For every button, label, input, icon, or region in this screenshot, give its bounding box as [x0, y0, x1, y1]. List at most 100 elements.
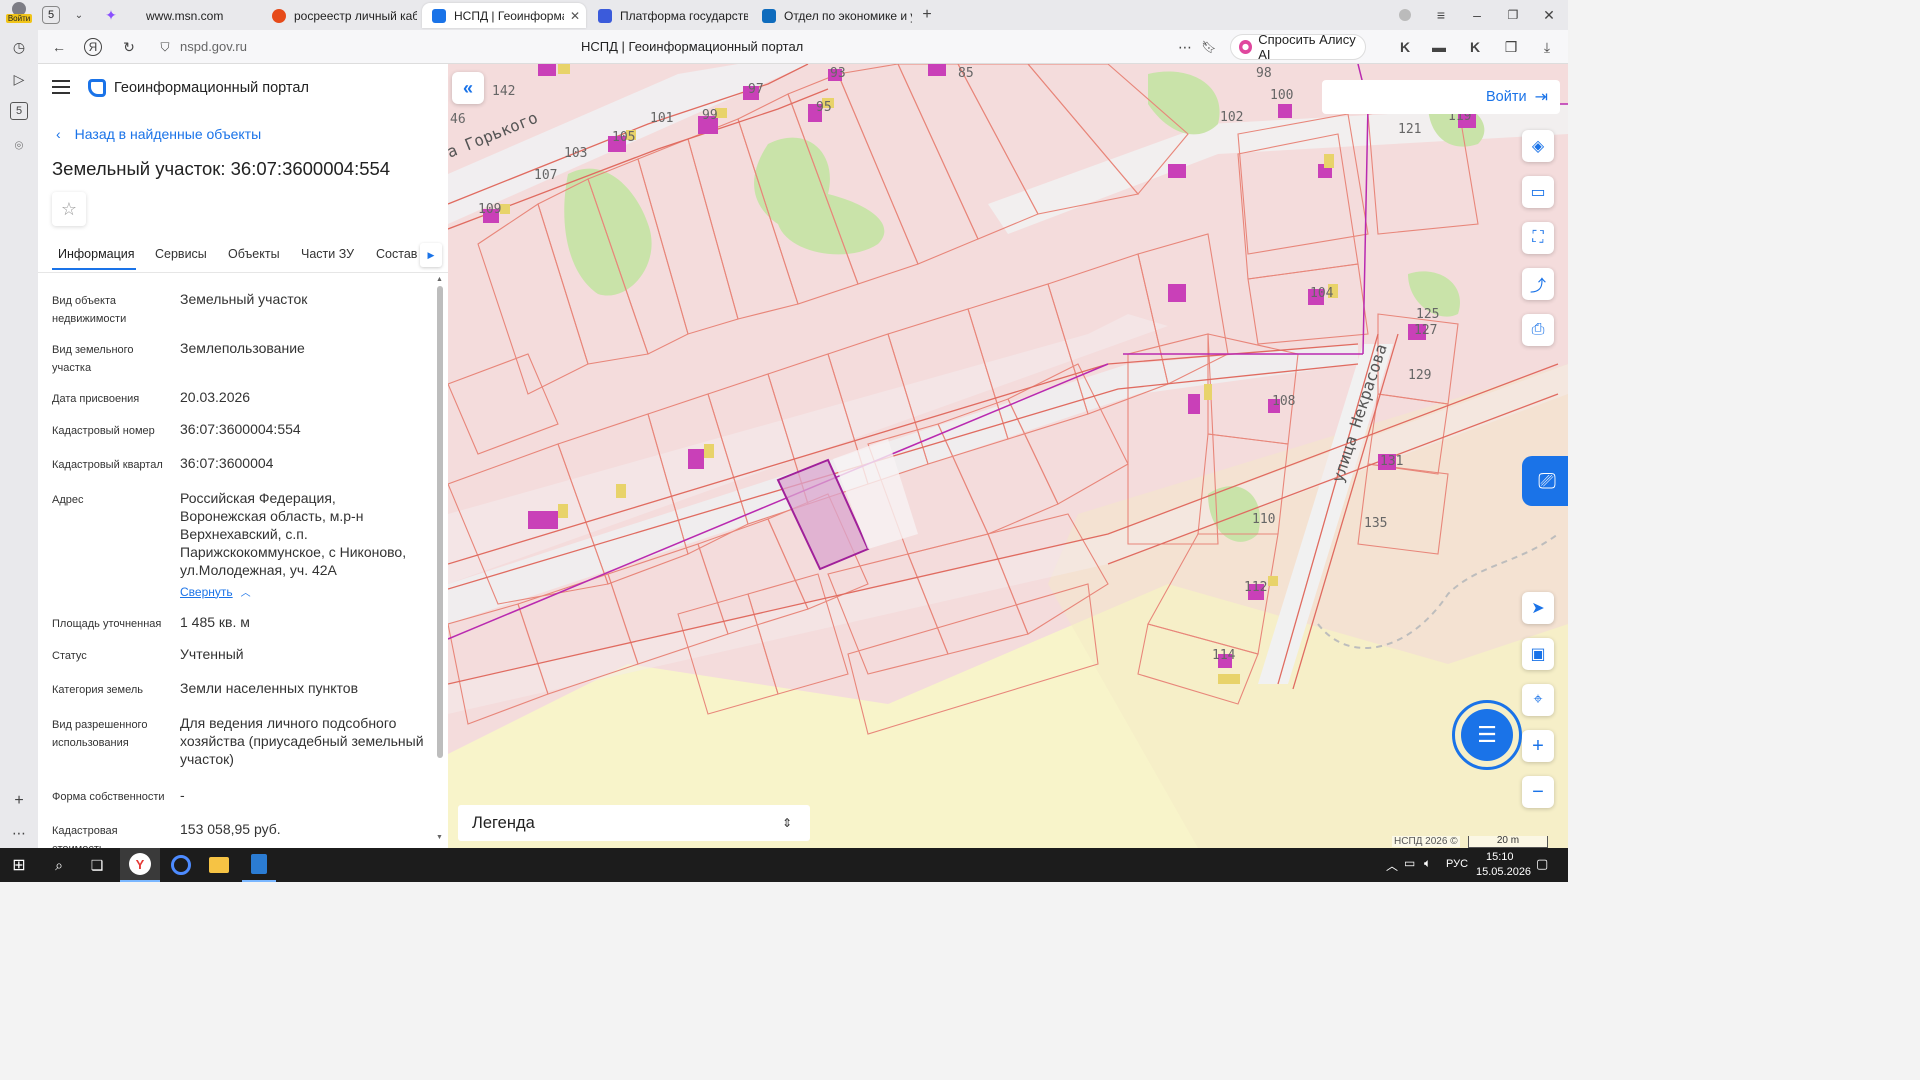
more-icon[interactable]: ⋯ — [10, 824, 28, 842]
taskbar-app-c[interactable] — [164, 848, 198, 882]
taskbar-yandex-browser[interactable]: Y — [120, 848, 160, 882]
url-field[interactable]: nspd.gov.ru — [180, 39, 247, 54]
back-to-results-link[interactable]: ‹ Назад в найденные объекты — [56, 126, 261, 142]
tab-nspd[interactable]: НСПД | Геоинформаци ✕ — [422, 3, 586, 28]
volume-icon[interactable]: 🔈︎ — [1424, 856, 1431, 871]
collections-icon[interactable]: ❒ — [1502, 38, 1520, 56]
search-icon[interactable]: ⌕ — [50, 856, 68, 874]
site-info-icon[interactable]: ⛉ — [156, 38, 174, 56]
tab-msn[interactable]: www.msn.com — [128, 3, 258, 28]
tab-active-underline — [52, 268, 136, 270]
new-tab-icon[interactable]: + — [918, 6, 936, 24]
task-view-icon[interactable]: ❏ — [88, 856, 106, 874]
map-copyright: НСПД 2026 © — [1392, 836, 1460, 847]
navigation-arrow-icon: ➤ — [1531, 600, 1545, 617]
area-select-button[interactable]: ⛶ — [1522, 222, 1554, 254]
share-button[interactable]: ⤴ — [1522, 268, 1554, 300]
favorite-button[interactable]: ☆ — [52, 192, 86, 226]
house-number: 110 — [1252, 512, 1276, 527]
tab-rosreestr[interactable]: росреестр личный кабин — [262, 3, 417, 28]
location-search-icon: ⌖ — [1533, 691, 1543, 708]
zoom-in-button[interactable]: + — [1522, 730, 1554, 762]
legend-selector[interactable]: Легенда ⇕ — [458, 805, 810, 841]
collapse-link[interactable]: Свернуть ︿ — [180, 584, 251, 600]
tab-services[interactable]: Сервисы — [155, 247, 207, 261]
minimap-button[interactable]: ▣ — [1522, 638, 1554, 670]
tab-zu-parts[interactable]: Части ЗУ — [301, 247, 354, 261]
search-location-button[interactable]: ⌖ — [1522, 684, 1554, 716]
ruler-button[interactable]: ▭ — [1522, 176, 1554, 208]
house-number: 95 — [816, 100, 832, 115]
clock-date[interactable]: 15.05.2026 — [1476, 866, 1531, 878]
tab-gosplatforma[interactable]: Платформа государствен — [588, 3, 748, 28]
language-indicator[interactable]: РУС — [1446, 858, 1468, 870]
scroll-up-icon[interactable]: ▲ — [436, 276, 443, 283]
house-number: 135 — [1364, 516, 1388, 531]
profile-avatar[interactable]: Войти — [5, 2, 33, 28]
object-info-panel: Геоинформационный портал ‹ Назад в найде… — [38, 64, 448, 848]
house-number: 104 — [1310, 286, 1334, 301]
alice-icon[interactable]: ✦ — [102, 6, 120, 24]
ruler-icon: ▭ — [1530, 184, 1546, 201]
restore-icon[interactable]: ❐ — [1504, 6, 1522, 24]
clock-time[interactable]: 15:10 — [1486, 851, 1514, 863]
print-button[interactable]: ⎙ — [1522, 314, 1554, 346]
account-icon[interactable] — [1396, 6, 1414, 24]
menu-icon[interactable]: ≡ — [1432, 6, 1450, 24]
tab-composition[interactable]: Состав — [376, 247, 417, 261]
scrollbar-thumb[interactable] — [437, 286, 443, 758]
hamburger-menu-icon[interactable] — [52, 80, 70, 94]
notifications-icon[interactable]: ▢ — [1536, 856, 1548, 872]
back-icon[interactable]: ← — [50, 38, 68, 56]
chevron-left-icon: ‹ — [56, 126, 61, 142]
document-icon — [251, 854, 267, 874]
object-title: Земельный участок: 36:07:3600004:554 — [52, 158, 391, 179]
house-number: 105 — [612, 130, 636, 145]
close-window-icon[interactable]: ✕ — [1540, 6, 1558, 24]
video-icon[interactable]: ▷ — [10, 70, 28, 88]
reload-icon[interactable]: ↻ — [120, 38, 138, 56]
yandex-icon[interactable]: Я — [84, 38, 102, 56]
alice-button[interactable]: Спросить Алису AI — [1230, 32, 1366, 62]
caret-right-icon: ▶ — [427, 249, 435, 260]
tab-objects[interactable]: Объекты — [228, 247, 280, 261]
geolocation-button[interactable]: ➤ — [1522, 592, 1554, 624]
house-number: 46 — [450, 112, 466, 127]
house-number: 102 — [1220, 110, 1244, 125]
close-tab-icon[interactable]: ✕ — [570, 9, 580, 23]
tab-information[interactable]: Информация — [58, 247, 135, 261]
network-icon[interactable]: ▭ — [1404, 856, 1415, 870]
extension-hat-icon[interactable]: ▬ — [1430, 38, 1448, 56]
extension-k-icon[interactable]: K — [1396, 38, 1414, 56]
layers-button[interactable]: ◈ — [1522, 130, 1554, 162]
bookmark-icon[interactable]: 🔖︎ — [1200, 38, 1218, 56]
map-scale: 20 m — [1468, 836, 1548, 848]
tray-chevron-icon[interactable]: ︿ — [1386, 857, 1398, 874]
collapse-panel-button[interactable]: « — [452, 72, 484, 104]
zoom-out-button[interactable]: − — [1522, 776, 1554, 808]
extension-k2-icon[interactable]: K — [1466, 38, 1484, 56]
tab-otdel[interactable]: Отдел по экономике и упр — [752, 3, 912, 28]
screenshot-icon[interactable]: ⌾ — [10, 136, 28, 154]
minimize-icon[interactable]: – — [1468, 6, 1486, 24]
windows-start-icon[interactable]: ⊞ — [10, 856, 28, 874]
panel-scrollbar[interactable]: ▲ ▼ — [436, 276, 444, 844]
chat-icon: ☰ — [1477, 722, 1497, 747]
scroll-down-icon[interactable]: ▼ — [436, 834, 443, 841]
feedback-button[interactable]: ⎚ — [1522, 456, 1568, 506]
map-view[interactable]: а Горького улица Некрасова 142 46 101 99… — [448, 64, 1568, 848]
login-button[interactable]: Войти ⇥ — [1322, 80, 1560, 114]
chat-assistant-button[interactable]: ☰ — [1452, 700, 1522, 770]
tabs-scroll-right-button[interactable]: ▶ — [420, 243, 442, 267]
taskbar-explorer[interactable] — [202, 848, 236, 882]
tab-counter[interactable]: 5 — [42, 6, 60, 24]
history-icon[interactable]: ◷ — [10, 38, 28, 56]
tab-counter-side-icon[interactable]: 5 — [10, 102, 28, 120]
taskbar-word[interactable] — [242, 848, 276, 882]
house-number: 97 — [748, 82, 764, 97]
more-actions-icon[interactable]: ⋯ — [1176, 38, 1194, 56]
add-panel-icon[interactable]: + — [10, 792, 28, 810]
download-icon[interactable]: ⤓ — [1538, 38, 1556, 56]
portal-logo-icon — [88, 79, 106, 97]
tabs-dropdown-icon[interactable]: ⌄ — [70, 6, 88, 24]
